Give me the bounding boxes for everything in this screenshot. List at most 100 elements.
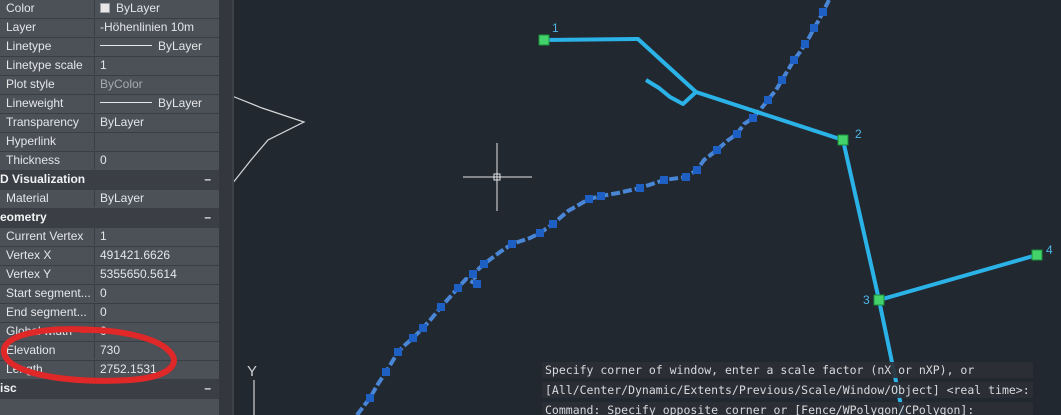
property-value[interactable]	[96, 133, 219, 150]
property-row[interactable]: Current Vertex 1	[0, 228, 219, 247]
property-row[interactable]: Layer -Höhenlinien 10m	[0, 19, 219, 38]
contour-grip[interactable]	[810, 24, 818, 32]
property-row[interactable]: End segment... 0	[0, 304, 219, 323]
property-label: Current Vertex	[0, 228, 95, 245]
property-label: Material	[0, 190, 95, 207]
palette-scroll-gutter[interactable]	[219, 0, 232, 415]
contour-grip[interactable]	[473, 280, 481, 288]
property-label: Start segment...	[0, 285, 95, 302]
property-value[interactable]: 730	[96, 342, 219, 359]
property-row[interactable]: Vertex X 491421.6626	[0, 247, 219, 266]
property-label: Color	[0, 0, 95, 17]
contour-grip[interactable]	[790, 56, 798, 64]
contour-grip[interactable]	[409, 334, 417, 342]
property-row[interactable]: Lineweight ByLayer	[0, 95, 219, 114]
contour-grip[interactable]	[382, 368, 390, 376]
contour-grip[interactable]	[749, 114, 757, 122]
contour-grip[interactable]	[394, 348, 402, 356]
vertex-grip-1[interactable]	[538, 34, 550, 46]
collapse-toggle-icon[interactable]: –	[204, 209, 211, 225]
property-value[interactable]: ByLayer	[96, 190, 219, 207]
property-row[interactable]: Hyperlink	[0, 133, 219, 152]
property-row[interactable]: Plot style ByColor	[0, 76, 219, 95]
collapse-toggle-icon[interactable]: –	[204, 380, 211, 396]
property-label: Layer	[0, 19, 95, 36]
property-value-text: ByColor	[100, 77, 143, 91]
contour-grip[interactable]	[693, 166, 701, 174]
property-value[interactable]: 491421.6626	[96, 247, 219, 264]
section-title: D Visualization	[0, 172, 86, 186]
property-row[interactable]: Transparency ByLayer	[0, 114, 219, 133]
vertex-grip-2[interactable]	[837, 134, 849, 146]
property-value[interactable]: -Höhenlinien 10m	[96, 19, 219, 36]
property-row[interactable]: Material ByLayer	[0, 190, 219, 209]
collapse-toggle-icon[interactable]: –	[204, 171, 211, 187]
contour-grip[interactable]	[801, 40, 809, 48]
contour-grip[interactable]	[469, 270, 477, 278]
contour-grip[interactable]	[764, 96, 772, 104]
property-label: Linetype scale	[0, 57, 95, 74]
property-label: Linetype	[0, 38, 95, 55]
property-value-text: 2752.1531	[100, 362, 157, 376]
contour-grip[interactable]	[713, 146, 721, 154]
contour-grip[interactable]	[437, 303, 445, 311]
property-row[interactable]: Color ByLayer	[0, 0, 219, 19]
palette-section-header[interactable]: eometry –	[0, 209, 219, 228]
property-value[interactable]: ByLayer	[96, 38, 219, 55]
section-title: eometry	[0, 210, 47, 224]
property-value[interactable]: 0	[96, 285, 219, 302]
vertex-grip-3[interactable]	[873, 294, 885, 306]
property-value[interactable]: ByLayer	[96, 95, 219, 112]
property-value[interactable]: 0	[96, 323, 219, 340]
property-row[interactable]: Vertex Y 5355650.5614	[0, 266, 219, 285]
contour-grip[interactable]	[660, 176, 668, 184]
property-value[interactable]: ByLayer	[96, 0, 219, 17]
property-row[interactable]: Start segment... 0	[0, 285, 219, 304]
property-value[interactable]: 1	[96, 228, 219, 245]
selected-contour-polyline[interactable]	[355, 0, 831, 415]
palette-section-header[interactable]: D Visualization –	[0, 171, 219, 190]
vertex-grip-4[interactable]	[1031, 249, 1043, 261]
property-row[interactable]: Global width 0	[0, 323, 219, 342]
property-value[interactable]: 2752.1531	[96, 361, 219, 378]
contour-grip[interactable]	[585, 195, 593, 203]
property-label: Global width	[0, 323, 95, 340]
property-value[interactable]: 5355650.5614	[96, 266, 219, 283]
palette-section-header[interactable]: isc –	[0, 380, 219, 399]
contour-grip[interactable]	[549, 220, 557, 228]
crosshair-cursor-icon	[463, 143, 532, 211]
point-label-4: 4	[1046, 243, 1053, 257]
contour-grip[interactable]	[480, 260, 488, 268]
property-value[interactable]: 1	[96, 57, 219, 74]
network-polyline[interactable]	[543, 37, 1038, 415]
contour-grip[interactable]	[778, 76, 786, 84]
property-row[interactable]: Thickness 0	[0, 152, 219, 171]
property-label: Vertex Y	[0, 266, 95, 283]
contour-grip[interactable]	[636, 184, 644, 192]
property-value[interactable]: 0	[96, 152, 219, 169]
property-label: Thickness	[0, 152, 95, 169]
command-line-history: Specify corner of window, enter a scale …	[542, 362, 1033, 415]
command-history-line: Specify corner of window, enter a scale …	[542, 362, 1033, 378]
property-row[interactable]: Length 2752.1531	[0, 361, 219, 380]
properties-palette[interactable]: Color ByLayer Layer -Höhenlinien 10m Linetyp…	[0, 0, 219, 415]
property-label: Length	[0, 361, 95, 378]
property-row[interactable]: Linetype ByLayer	[0, 38, 219, 57]
contour-grip[interactable]	[508, 240, 516, 248]
property-value[interactable]: 0	[96, 304, 219, 321]
property-label: Plot style	[0, 76, 95, 93]
contour-grip[interactable]	[733, 130, 741, 138]
contour-grip[interactable]	[682, 173, 690, 181]
contour-grip[interactable]	[366, 394, 374, 402]
contour-grip[interactable]	[454, 284, 462, 292]
contour-grip[interactable]	[819, 8, 827, 16]
property-value[interactable]: ByLayer	[96, 114, 219, 131]
property-row[interactable]: Linetype scale 1	[0, 57, 219, 76]
property-value-text: -Höhenlinien 10m	[100, 20, 195, 34]
property-value[interactable]: ByColor	[96, 76, 219, 93]
contour-grip[interactable]	[536, 229, 544, 237]
contour-grip[interactable]	[597, 192, 605, 200]
autocad-window: 1 2 3 4 Y Color ByLayer Layer -Höhenlinien …	[0, 0, 1061, 415]
contour-grip[interactable]	[419, 324, 427, 332]
property-row[interactable]: Elevation 730	[0, 342, 219, 361]
